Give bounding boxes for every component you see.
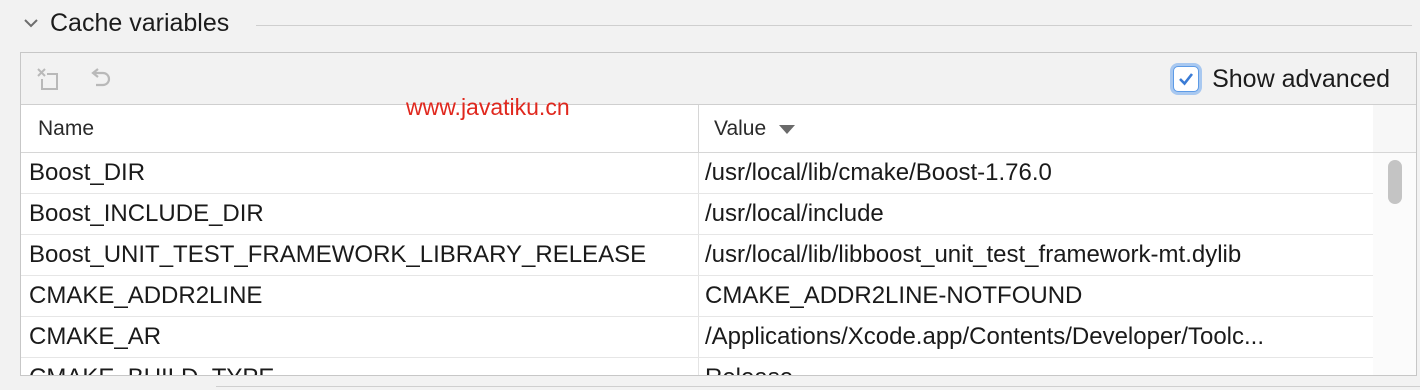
- undo-icon[interactable]: [87, 65, 115, 93]
- show-advanced-label: Show advanced: [1212, 64, 1390, 93]
- column-divider: [698, 358, 699, 375]
- show-advanced-toggle[interactable]: Show advanced: [1173, 59, 1390, 99]
- column-header-name[interactable]: Name: [38, 105, 94, 152]
- column-header-value-label: Value: [714, 117, 767, 140]
- table-row[interactable]: Boost_INCLUDE_DIR /usr/local/include: [21, 194, 1374, 235]
- scrollbar-thumb[interactable]: [1388, 160, 1402, 204]
- variable-value[interactable]: /usr/local/include: [705, 194, 1370, 234]
- header-corner: [1373, 105, 1416, 153]
- table-body: Boost_DIR /usr/local/lib/cmake/Boost-1.7…: [21, 153, 1374, 375]
- table-header: Name Value: [21, 105, 1374, 153]
- show-advanced-checkbox[interactable]: [1173, 66, 1200, 92]
- cache-variables-table: Name Value Boost_DIR /usr/local/lib/cmak…: [21, 105, 1416, 375]
- column-divider[interactable]: [698, 105, 699, 152]
- table-row[interactable]: CMAKE_AR /Applications/Xcode.app/Content…: [21, 317, 1374, 358]
- column-divider: [698, 194, 699, 234]
- variable-value[interactable]: /Applications/Xcode.app/Contents/Develop…: [705, 317, 1370, 357]
- toolbar: Show advanced: [21, 53, 1416, 105]
- column-divider: [698, 235, 699, 275]
- variable-name: CMAKE_ADDR2LINE: [29, 282, 263, 309]
- variable-name: Boost_INCLUDE_DIR: [29, 200, 264, 227]
- column-header-value[interactable]: Value: [714, 105, 796, 152]
- variable-value[interactable]: CMAKE_ADDR2LINE-NOTFOUND: [705, 276, 1370, 316]
- remove-entry-icon[interactable]: [35, 65, 63, 93]
- watermark-text: www.javatiku.cn: [406, 94, 570, 120]
- variable-name: Boost_DIR: [29, 159, 146, 186]
- table-row[interactable]: CMAKE_ADDR2LINE CMAKE_ADDR2LINE-NOTFOUND: [21, 276, 1374, 317]
- section-title: Cache variables: [50, 9, 230, 37]
- table-row[interactable]: Boost_DIR /usr/local/lib/cmake/Boost-1.7…: [21, 153, 1374, 194]
- vertical-scrollbar[interactable]: [1373, 153, 1416, 375]
- cache-variables-panel: Show advanced Name Value Boost_DIR /usr/…: [20, 52, 1417, 376]
- column-divider: [698, 153, 699, 193]
- section-header: Cache variables: [0, 0, 1420, 50]
- variable-name: CMAKE_BUILD_TYPE: [29, 358, 689, 375]
- variable-name: CMAKE_AR: [29, 323, 162, 350]
- sort-descending-icon: [778, 105, 796, 152]
- variable-name: Boost_UNIT_TEST_FRAMEWORK_LIBRARY_RELEAS…: [29, 241, 647, 268]
- column-divider: [698, 317, 699, 357]
- column-divider: [698, 276, 699, 316]
- section-divider: [256, 25, 1412, 26]
- chevron-down-icon[interactable]: [22, 14, 40, 32]
- bottom-divider: [216, 386, 1420, 387]
- variable-value[interactable]: /usr/local/lib/libboost_unit_test_framew…: [705, 235, 1370, 275]
- table-row[interactable]: CMAKE_BUILD_TYPE Release: [21, 358, 1374, 375]
- variable-value[interactable]: Release: [705, 358, 1370, 375]
- table-row[interactable]: Boost_UNIT_TEST_FRAMEWORK_LIBRARY_RELEAS…: [21, 235, 1374, 276]
- variable-value[interactable]: /usr/local/lib/cmake/Boost-1.76.0: [705, 153, 1370, 193]
